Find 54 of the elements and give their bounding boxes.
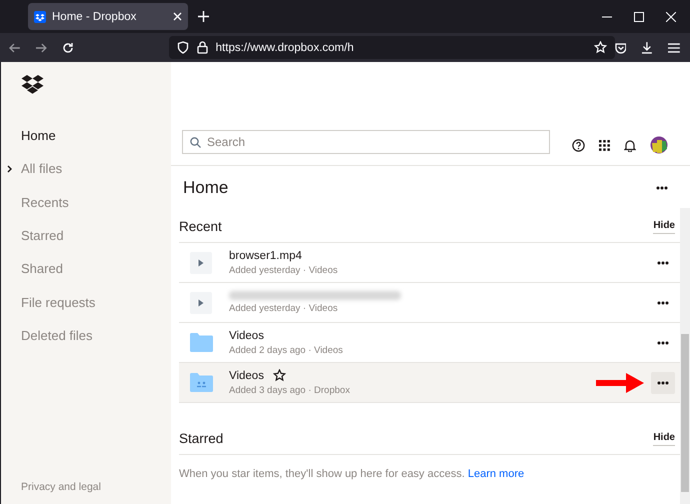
star-icon[interactable] [272,369,286,382]
page-title: Home [183,178,230,198]
play-icon [190,252,212,274]
search-icon [190,137,201,148]
folder-icon [190,333,212,352]
more-icon [657,340,669,344]
download-icon[interactable] [641,42,654,54]
arrow [596,373,644,393]
learn-more-link[interactable]: Learn more [468,468,524,480]
dropbox-logo-icon[interactable] [21,75,44,95]
nav-item[interactable]: Home [21,128,56,144]
shield-icon[interactable] [176,41,189,54]
shared-folder-icon [190,373,212,392]
file-name[interactable]: browser1.mp4 [229,250,302,262]
hide-button[interactable]: Hide [653,218,675,234]
search-field[interactable]: Search [182,130,550,154]
empty-message: When you star items, they'll show up here for easy access. Learn more [179,468,526,480]
back-icon[interactable] [9,42,21,54]
file-name[interactable]: Videos [229,370,264,382]
more-icon [657,300,669,304]
hide-button[interactable]: Hide [653,430,675,446]
help-icon[interactable] [572,138,585,152]
file-meta: Added yesterday · Videos [229,303,339,314]
menu-icon[interactable] [668,42,680,52]
more-icon [657,380,669,384]
maximize-icon[interactable] [634,12,644,22]
chevron-icon[interactable] [7,164,13,173]
file-name[interactable]: Videos [229,330,264,342]
apps-icon[interactable] [599,140,610,150]
avatar-icon[interactable] [650,136,668,154]
bell-icon[interactable] [624,138,636,152]
section-title: Starred [179,430,224,446]
file-meta: Added 2 days ago · Videos [229,344,344,356]
pocket-icon[interactable] [614,42,626,54]
file-meta: Added yesterday · Videos [229,264,339,276]
file-row[interactable]: Added yesterday · Videos [179,283,680,323]
lock-icon[interactable] [196,41,208,54]
play-icon [190,292,212,314]
file-meta: Added 3 days ago · Dropbox [229,385,351,396]
file-row[interactable]: browser1.mp4 Added yesterday · Videos [179,243,680,283]
more-icon [656,186,668,190]
more-icon [657,260,669,264]
forward-icon[interactable] [34,42,47,54]
scrollbar[interactable] [680,208,690,504]
file-row[interactable]: Videos Added 3 days ago · Dropbox [179,363,680,403]
close-icon[interactable] [173,12,182,21]
section-title: Recent [179,218,223,234]
dropbox-logo-icon [34,10,46,22]
more-button[interactable] [651,372,675,394]
tab-title: Home - Dropbox [52,10,138,22]
close-icon[interactable] [666,12,676,22]
reload-icon[interactable] [62,42,74,54]
browser-tab[interactable]: Home - Dropbox [28,3,188,30]
new-tab-icon[interactable] [198,11,209,22]
